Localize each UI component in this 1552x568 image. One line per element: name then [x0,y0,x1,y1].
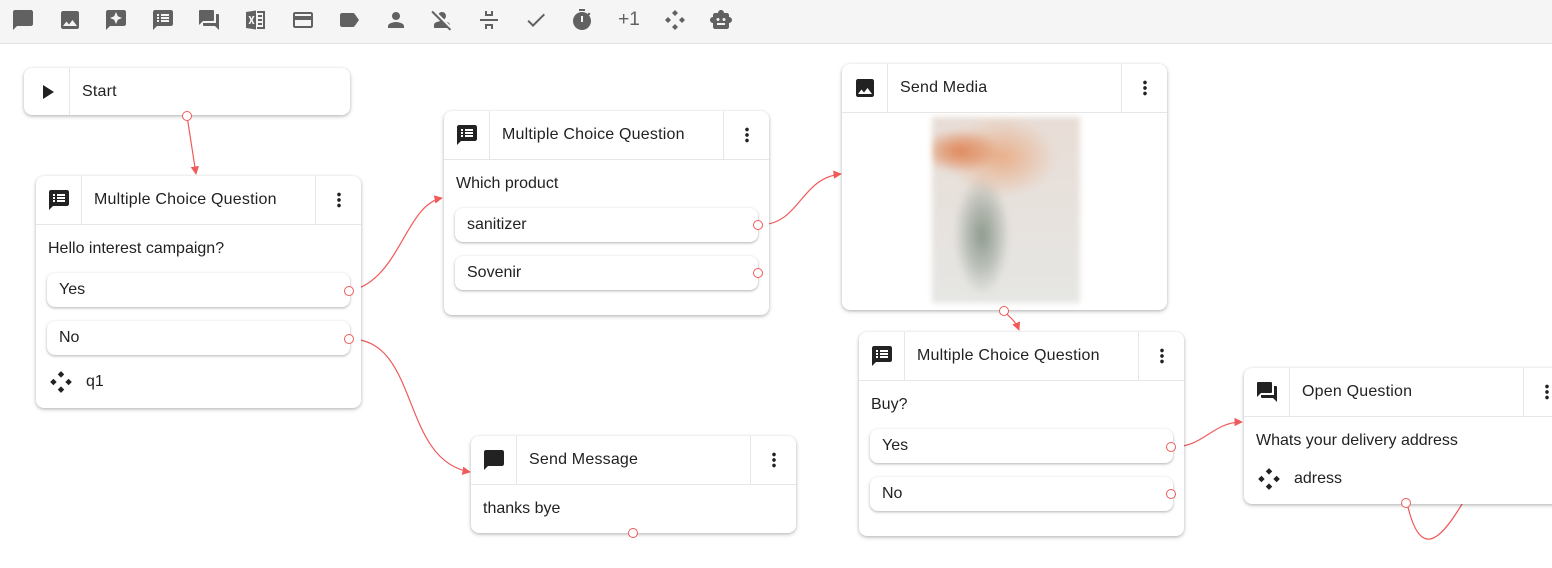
toolbar: +1 [0,0,1552,44]
image-icon [842,64,888,112]
node-title: Send Media [900,79,988,96]
option-sovenir[interactable]: Sovenir [455,256,758,290]
node-title: Start [82,82,117,100]
variable-name: adress [1294,470,1343,487]
split-icon[interactable] [475,6,503,34]
variable-row: adress [1256,466,1342,492]
more-vert-icon[interactable] [723,111,769,159]
sparkle-message-icon[interactable] [102,6,130,34]
credit-card-icon[interactable] [289,6,317,34]
start-node[interactable]: Start [24,68,350,115]
check-icon[interactable] [522,6,550,34]
more-vert-icon[interactable] [750,436,796,484]
option-no[interactable]: No [870,477,1173,511]
robot-icon[interactable] [707,6,735,34]
more-vert-icon[interactable] [1523,368,1552,416]
chat-question-icon[interactable] [195,6,223,34]
list-message-icon[interactable] [149,6,177,34]
node-title: Multiple Choice Question [502,126,685,143]
more-vert-icon[interactable] [1138,332,1184,380]
question-text: Whats your delivery address [1256,432,1458,449]
send-media-output-port[interactable] [999,306,1009,316]
node-title: Multiple Choice Question [917,347,1100,364]
option-sovenir-port[interactable] [753,268,763,278]
question-text: Which product [456,175,559,192]
open-question-node[interactable]: Open Question Whats your delivery addres… [1244,368,1552,504]
message-text: thanks bye [483,500,561,517]
plus-one-icon[interactable]: +1 [613,6,645,34]
list-message-icon [859,332,905,380]
play-icon [24,68,70,115]
variable-icon[interactable] [661,6,689,34]
edge-start-to-mcq1 [186,115,199,175]
option-yes[interactable]: Yes [47,273,350,307]
more-vert-icon[interactable] [1121,64,1167,112]
timer-icon[interactable] [568,6,596,34]
label-icon[interactable] [335,6,363,34]
message-icon [471,436,517,484]
option-yes[interactable]: Yes [870,429,1173,463]
more-vert-icon[interactable] [315,176,361,224]
option-no[interactable]: No [47,321,350,355]
edge-no-to-send-message [349,338,471,475]
option-sanitizer-port[interactable] [753,220,763,230]
excel-icon[interactable] [242,6,270,34]
image-icon[interactable] [56,6,84,34]
question-text: Buy? [871,396,908,413]
option-no-port[interactable] [344,334,354,344]
list-message-icon [36,176,82,224]
mcq-node-hello[interactable]: Multiple Choice Question Hello interest … [36,176,361,408]
option-no-port[interactable] [1166,489,1176,499]
node-title: Send Message [529,451,639,468]
send-message-node[interactable]: Send Message thanks bye [471,436,796,533]
variable-icon [50,371,72,393]
mcq-node-product[interactable]: Multiple Choice Question Which product s… [444,111,769,315]
chat-question-icon [1244,368,1290,416]
variable-name: q1 [86,373,104,390]
variable-row: q1 [48,369,104,395]
send-message-output-port[interactable] [628,528,638,538]
person-icon[interactable] [382,6,410,34]
person-off-icon[interactable] [428,6,456,34]
node-title: Multiple Choice Question [94,191,277,208]
mcq-node-buy[interactable]: Multiple Choice Question Buy? Yes No [859,332,1184,536]
variable-icon [1258,468,1280,490]
question-text: Hello interest campaign? [48,240,225,257]
send-media-node[interactable]: Send Media [842,64,1167,310]
option-yes-port[interactable] [1166,442,1176,452]
option-sanitizer[interactable]: sanitizer [455,208,758,242]
node-title: Open Question [1302,383,1413,400]
edge-yes-to-mcq2 [349,195,443,292]
message-icon[interactable] [9,6,37,34]
start-output-port[interactable] [182,111,192,121]
plus-one-label: +1 [618,9,640,30]
option-yes-port[interactable] [344,286,354,296]
list-message-icon [444,111,490,159]
media-preview-image [932,117,1080,303]
edge-sanitizer-to-media [758,170,842,226]
open-question-output-port[interactable] [1401,498,1411,508]
